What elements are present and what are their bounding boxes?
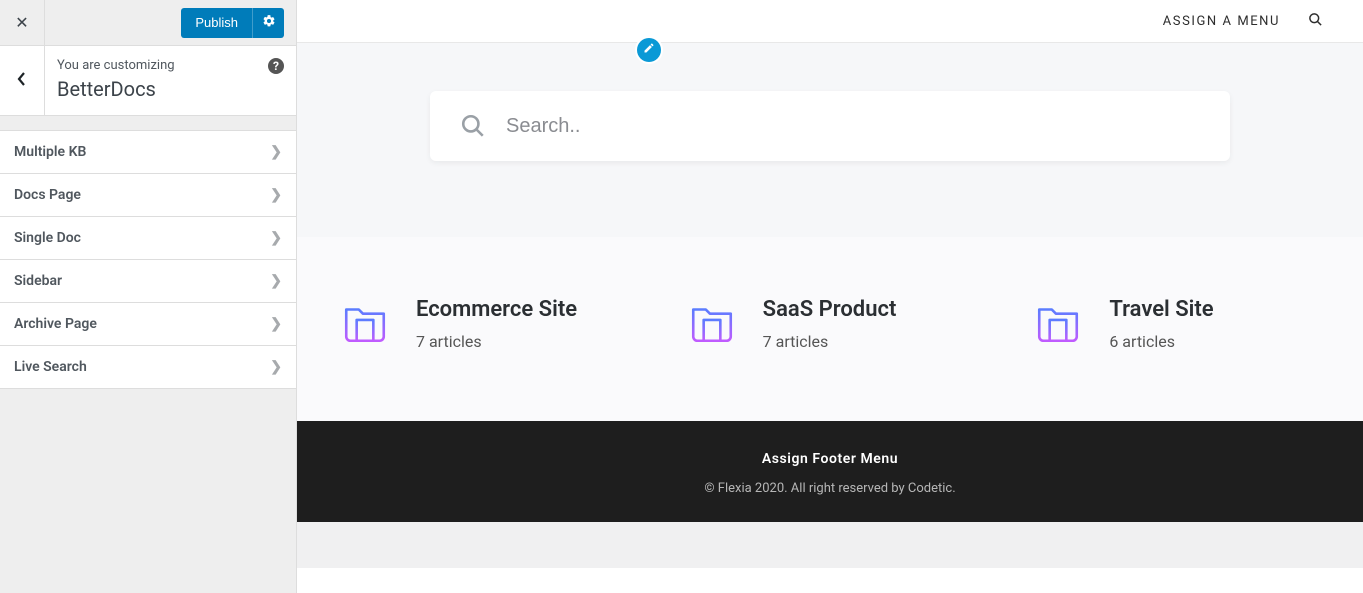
pencil-icon	[643, 42, 655, 58]
section-single-doc[interactable]: Single Doc ❯	[0, 217, 296, 260]
category-title: Ecommerce Site	[416, 297, 577, 322]
category-title: SaaS Product	[763, 297, 897, 322]
chevron-right-icon: ❯	[270, 359, 282, 375]
chevron-right-icon: ❯	[270, 273, 282, 289]
search-icon	[1308, 12, 1323, 27]
category-count: 6 articles	[1109, 332, 1213, 351]
search-hero	[297, 43, 1363, 237]
section-label: Live Search	[14, 359, 87, 375]
section-label: Sidebar	[14, 273, 62, 289]
footer-copyright: © Flexia 2020. All right reserved by Cod…	[297, 481, 1363, 496]
section-multiple-kb[interactable]: Multiple KB ❯	[0, 131, 296, 174]
topbar-search-button[interactable]	[1308, 12, 1323, 31]
folder-doc-icon	[1033, 297, 1083, 347]
site-preview: ASSIGN A MENU	[297, 0, 1363, 593]
customizer-sidebar: ✕ Publish You are customizing BetterDocs…	[0, 0, 297, 593]
chevron-right-icon: ❯	[270, 187, 282, 203]
edit-shortcut-button[interactable]	[637, 38, 661, 62]
section-label: Multiple KB	[14, 144, 86, 160]
gear-icon	[262, 14, 276, 32]
site-topbar: ASSIGN A MENU	[297, 0, 1363, 43]
search-icon	[460, 113, 486, 139]
footer-assign-menu-link[interactable]: Assign Footer Menu	[297, 451, 1363, 467]
categories-section: Ecommerce Site 7 articles SaaS Product	[297, 237, 1363, 421]
customizer-actions: ✕ Publish	[0, 0, 296, 46]
search-bar[interactable]	[430, 91, 1230, 161]
category-card-travel[interactable]: Travel Site 6 articles	[1033, 297, 1320, 351]
category-card-ecommerce[interactable]: Ecommerce Site 7 articles	[340, 297, 627, 351]
section-docs-page[interactable]: Docs Page ❯	[0, 174, 296, 217]
category-title: Travel Site	[1109, 297, 1213, 322]
panel-title: BetterDocs	[57, 77, 284, 101]
chevron-right-icon: ❯	[270, 230, 282, 246]
category-card-saas[interactable]: SaaS Product 7 articles	[687, 297, 974, 351]
section-label: Docs Page	[14, 187, 81, 203]
help-icon: ?	[273, 59, 279, 73]
chevron-right-icon: ❯	[270, 316, 282, 332]
panel-subtitle: You are customizing	[57, 58, 284, 73]
back-button[interactable]	[0, 46, 45, 115]
section-live-search[interactable]: Live Search ❯	[0, 346, 296, 389]
close-icon: ✕	[15, 13, 28, 32]
assign-menu-link[interactable]: ASSIGN A MENU	[1163, 14, 1280, 29]
category-count: 7 articles	[416, 332, 577, 351]
publish-group: Publish	[181, 8, 284, 38]
chevron-right-icon: ❯	[270, 144, 282, 160]
chevron-left-icon	[17, 71, 27, 91]
help-button[interactable]: ?	[268, 58, 284, 74]
preview-spacer	[297, 522, 1363, 568]
site-footer: Assign Footer Menu © Flexia 2020. All ri…	[297, 421, 1363, 522]
publish-label: Publish	[195, 15, 238, 30]
section-archive-page[interactable]: Archive Page ❯	[0, 303, 296, 346]
section-label: Archive Page	[14, 316, 97, 332]
publish-button[interactable]: Publish	[181, 8, 252, 38]
panel-meta: You are customizing BetterDocs ?	[45, 46, 296, 115]
section-label: Single Doc	[14, 230, 81, 246]
panel-header: You are customizing BetterDocs ?	[0, 46, 296, 116]
section-list: Multiple KB ❯ Docs Page ❯ Single Doc ❯ S…	[0, 130, 296, 389]
section-sidebar[interactable]: Sidebar ❯	[0, 260, 296, 303]
folder-doc-icon	[687, 297, 737, 347]
search-input[interactable]	[506, 115, 1200, 138]
folder-doc-icon	[340, 297, 390, 347]
category-count: 7 articles	[763, 332, 897, 351]
publish-settings-button[interactable]	[252, 8, 284, 38]
close-customizer-button[interactable]: ✕	[0, 0, 45, 46]
